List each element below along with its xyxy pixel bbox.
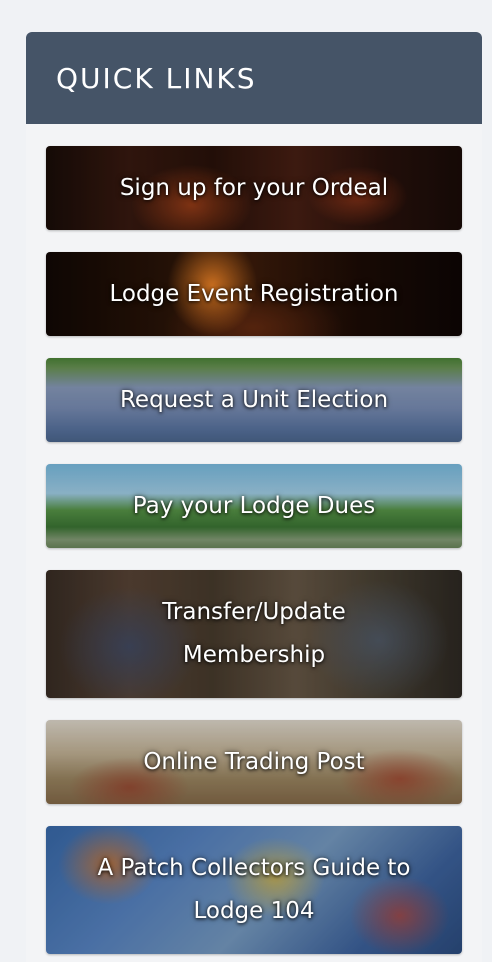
quick-link-label: Lodge Event Registration [109,280,399,307]
quick-link-lodge-dues[interactable]: Pay your Lodge Dues [46,464,462,548]
quick-link-label: Pay your Lodge Dues [132,492,376,519]
quick-links-widget: QUICK LINKS Sign up for your Ordeal Lodg… [26,32,482,962]
quick-link-trading-post[interactable]: Online Trading Post [46,720,462,804]
widget-title: QUICK LINKS [56,61,257,95]
quick-link-label: Request a Unit Election [119,386,389,413]
quick-link-label: A Patch Collectors Guide to Lodge 104 [97,855,411,924]
quick-link-label: Transfer/Update Membership [162,599,346,668]
quick-link-ordeal[interactable]: Sign up for your Ordeal [46,146,462,230]
quick-link-label: Online Trading Post [143,748,365,775]
widget-header: QUICK LINKS [26,32,482,124]
quick-link-transfer-membership[interactable]: Transfer/Update Membership [46,570,462,698]
quick-link-patch-guide[interactable]: A Patch Collectors Guide to Lodge 104 [46,826,462,954]
quick-link-label: Sign up for your Ordeal [119,174,389,201]
quick-link-unit-election[interactable]: Request a Unit Election [46,358,462,442]
quick-link-event-registration[interactable]: Lodge Event Registration [46,252,462,336]
